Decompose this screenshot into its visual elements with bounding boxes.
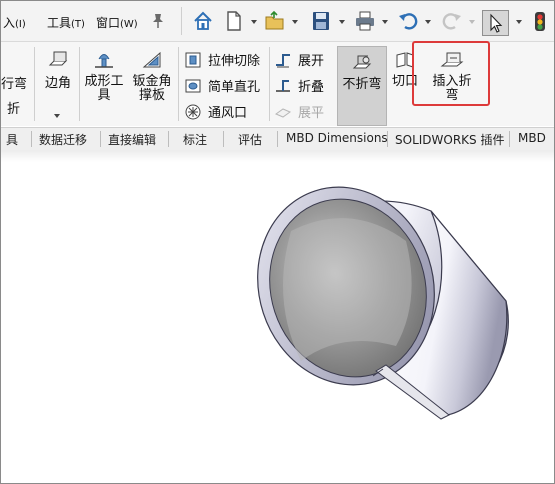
ribbon-separator (178, 47, 179, 121)
fold-label: 折叠 (298, 80, 325, 95)
edge-flange-button[interactable]: 边角 (40, 49, 76, 91)
chevron-down-icon[interactable] (425, 20, 431, 24)
ribbon-separator (269, 47, 270, 121)
tab-separator (277, 131, 278, 147)
edge-flange-icon (48, 51, 68, 66)
gusset-icon (142, 51, 161, 68)
tab-separator (223, 131, 224, 147)
select-cursor-icon (490, 13, 503, 33)
sheet-metal-gusset-button[interactable]: 钣金角撑板 (130, 49, 174, 103)
highlight-box (412, 41, 490, 106)
tab-data-migration[interactable]: 数据迁移 (39, 131, 87, 148)
chevron-down-icon[interactable] (292, 20, 298, 24)
unfold-icon (276, 53, 290, 67)
extruded-cut-label: 拉伸切除 (208, 54, 261, 69)
save-icon[interactable] (310, 9, 332, 33)
flatten-label: 展平 (298, 106, 325, 121)
flatten-button[interactable]: 展平 (274, 102, 324, 121)
pin-icon[interactable] (149, 12, 167, 30)
chevron-down-icon[interactable] (251, 20, 257, 24)
simple-hole-icon (185, 79, 201, 92)
vent-label: 通风口 (208, 106, 248, 121)
sheet-metal-cylinder-model[interactable] (1, 150, 554, 483)
home-icon[interactable] (192, 9, 214, 33)
menu-window[interactable]: 窗口(W) (96, 14, 138, 31)
chevron-down-icon[interactable] (339, 20, 345, 24)
fold-icon (276, 79, 290, 92)
no-bends-label: 不折弯 (342, 77, 382, 92)
forming-tool-button[interactable]: 成形工具 (82, 49, 126, 103)
toolbar-separator (181, 7, 182, 35)
tab-partial[interactable]: 具 (6, 131, 18, 148)
fold-button[interactable]: 折叠 (274, 76, 324, 95)
simple-hole-label: 简单直孔 (208, 80, 261, 95)
gusset-label: 钣金角撑板 (132, 74, 172, 103)
ribbon-partial-label-2: 折 (7, 102, 21, 117)
tab-separator (100, 131, 101, 147)
vent-icon (185, 104, 201, 119)
ribbon-partial-button[interactable]: 行弯 (1, 78, 29, 92)
tab-mbd-dimensions[interactable]: MBD Dimensions (286, 131, 388, 145)
undo-icon[interactable] (397, 9, 419, 33)
extruded-cut-button[interactable]: 拉伸切除 (184, 50, 260, 69)
tab-separator (387, 131, 388, 147)
edge-flange-label: 边角 (44, 76, 71, 91)
tab-separator (168, 131, 169, 147)
chevron-down-icon[interactable] (469, 20, 475, 24)
tab-separator (31, 131, 32, 147)
ribbon-separator (79, 47, 80, 121)
select-button[interactable] (482, 10, 509, 36)
unfold-button[interactable]: 展开 (274, 50, 324, 69)
command-manager-tabs: 具 数据迁移 直接编辑 标注 评估 MBD Dimensions SOLIDWO… (1, 127, 554, 151)
tab-solidworks-addins[interactable]: SOLIDWORKS 插件 (395, 131, 504, 148)
forming-tool-icon (95, 54, 113, 68)
chevron-down-icon[interactable] (516, 20, 522, 24)
ribbon-partial-label: 行弯 (1, 77, 28, 92)
tab-direct-editing[interactable]: 直接编辑 (108, 131, 156, 148)
ribbon-partial-button-2[interactable]: 折 (7, 103, 27, 117)
tab-evaluate[interactable]: 评估 (238, 131, 262, 148)
tab-separator (509, 131, 510, 147)
chevron-down-icon[interactable] (382, 20, 388, 24)
unfold-label: 展开 (298, 54, 325, 69)
simple-hole-button[interactable]: 简单直孔 (184, 76, 260, 95)
tab-annotation[interactable]: 标注 (183, 131, 207, 148)
extruded-cut-icon (185, 52, 201, 67)
print-icon[interactable] (354, 9, 376, 33)
traffic-light-icon[interactable] (531, 9, 549, 33)
chevron-down-icon[interactable] (54, 114, 60, 118)
new-document-icon[interactable] (223, 9, 245, 33)
forming-tool-label: 成形工具 (84, 74, 124, 103)
no-bends-icon (352, 55, 372, 69)
flatten-icon (274, 107, 292, 118)
menu-tools[interactable]: 工具(T) (47, 14, 85, 31)
ribbon-separator (34, 47, 35, 121)
menu-bar: 入(I) 工具(T) 窗口(W) (1, 1, 554, 42)
tab-mbd[interactable]: MBD (518, 131, 546, 145)
redo-icon[interactable] (441, 9, 463, 33)
open-folder-icon[interactable] (264, 9, 286, 33)
solidworks-window: 入(I) 工具(T) 窗口(W) 行弯 折 边角 成形工具 钣金角撑板 拉伸切除… (0, 0, 555, 484)
menu-insert[interactable]: 入(I) (3, 14, 26, 31)
no-bends-button[interactable]: 不折弯 (337, 46, 387, 126)
vent-button[interactable]: 通风口 (184, 102, 247, 121)
